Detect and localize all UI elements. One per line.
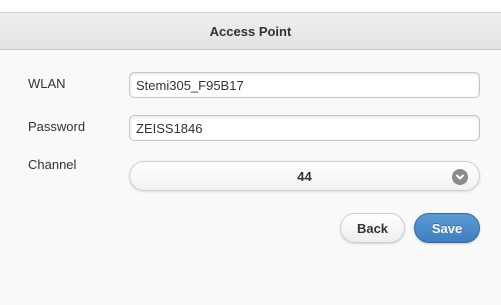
back-button[interactable]: Back — [340, 213, 405, 243]
wlan-field[interactable] — [129, 72, 480, 98]
channel-label: Channel — [28, 157, 77, 172]
header-bar: Access Point — [0, 12, 501, 50]
chevron-down-circle-icon — [452, 169, 468, 185]
form-panel: WLAN Password Channel 44 Back Save — [0, 50, 501, 305]
page-title: Access Point — [209, 23, 292, 39]
password-label: Password — [28, 119, 86, 134]
channel-select[interactable]: 44 — [129, 161, 480, 191]
wlan-label: WLAN — [28, 76, 66, 91]
access-point-dialog: Access Point WLAN Password Channel 44 Ba… — [0, 0, 501, 305]
password-field[interactable] — [129, 115, 480, 141]
save-button[interactable]: Save — [414, 213, 480, 243]
channel-select-value: 44 — [297, 168, 312, 184]
